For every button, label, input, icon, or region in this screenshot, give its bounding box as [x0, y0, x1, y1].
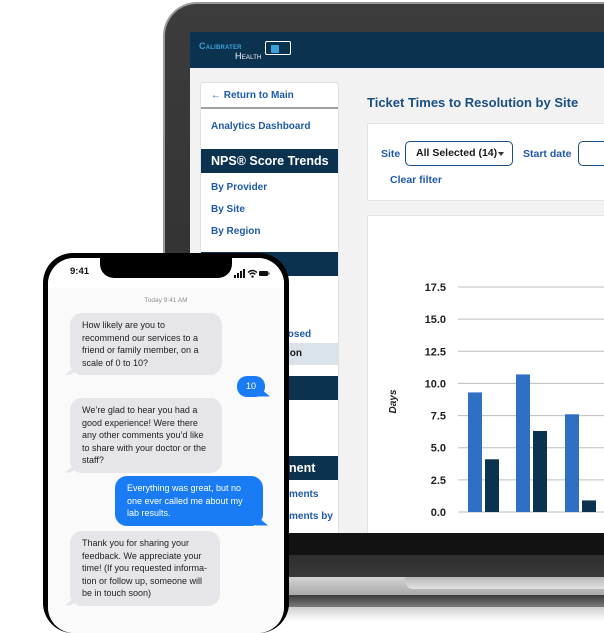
- site-select-value: All Selected (14): [416, 147, 498, 159]
- message-bubble-incoming: Thank you for sharing your feedback. We …: [70, 531, 220, 606]
- y-tick-label: 15.0: [425, 314, 446, 326]
- bar-light-2: [516, 374, 530, 512]
- status-icons: [234, 269, 270, 278]
- site-label: Site: [381, 148, 401, 160]
- chart-card: 0.0 2.5 5.0 7.5 10.0 12.5 15.0 17.5 Days: [367, 215, 604, 533]
- status-time: 9:41: [70, 266, 90, 277]
- y-tick-label: 17.5: [425, 282, 446, 294]
- bar-dark-3: [582, 500, 596, 512]
- message-bubble-outgoing: Everything was great, but no one ever ca…: [115, 476, 263, 526]
- site-select[interactable]: All Selected (14): [405, 141, 513, 166]
- page-title: Ticket Times to Resolution by Site: [367, 95, 579, 110]
- clear-filter-link[interactable]: Clear filter: [390, 174, 442, 186]
- sidebar-item-by-region[interactable]: By Region: [211, 226, 260, 237]
- message-thread[interactable]: Today 9:41 AM How likely are you to reco…: [48, 288, 284, 633]
- signal-icon: [234, 269, 245, 278]
- logo-line2: Health: [235, 51, 262, 61]
- start-date-label: Start date: [523, 148, 572, 160]
- y-axis-label: Days: [388, 389, 399, 413]
- message-bubble-incoming: We’re glad to hear you had a good experi…: [70, 398, 222, 473]
- y-tick-label: 2.5: [431, 475, 446, 487]
- caret-down-icon: [498, 152, 504, 156]
- y-tick-label: 12.5: [425, 346, 446, 358]
- wifi-icon: [247, 269, 258, 278]
- start-date-input[interactable]: [578, 141, 604, 166]
- sidebar-item-4a[interactable]: ments: [289, 489, 318, 500]
- sidebar-section-nps-score-trends: NPS® Score Trends: [201, 149, 338, 173]
- return-to-main-button[interactable]: ← Return to Main: [201, 83, 338, 109]
- sidebar-item-4b[interactable]: ments by: [289, 511, 333, 522]
- sidebar-item-by-site[interactable]: By Site: [211, 204, 245, 215]
- bar-chart: 0.0 2.5 5.0 7.5 10.0 12.5 15.0 17.5 Days: [388, 282, 604, 519]
- phone-frame: 9:41 Today 9:41 AM How likely are you to…: [43, 253, 289, 633]
- logo-line1: Calibrater: [199, 41, 242, 51]
- battery-icon: [259, 271, 270, 276]
- status-bar: 9:41: [48, 258, 284, 288]
- bar-light-1: [468, 392, 482, 512]
- sidebar-item-by-provider[interactable]: By Provider: [211, 182, 267, 193]
- message-bubble-outgoing: 10: [237, 376, 265, 397]
- bar-dark-1: [485, 459, 499, 512]
- filter-card: Site All Selected (14) Start date Clear …: [367, 123, 604, 201]
- y-tick-label: 7.5: [431, 411, 446, 423]
- calibrater-health-logo[interactable]: Calibrater Health: [199, 41, 291, 61]
- bar-light-3: [565, 414, 579, 512]
- phone-notch: [100, 258, 232, 278]
- chat-bubble-accent-icon: [271, 45, 279, 53]
- y-tick-label: 5.0: [431, 443, 446, 455]
- y-tick-label: 10.0: [425, 378, 446, 390]
- message-bubble-incoming: How likely are you to recommend our serv…: [70, 313, 222, 375]
- app-header: Calibrater Health: [190, 32, 604, 68]
- message-timestamp: Today 9:41 AM: [144, 297, 188, 304]
- sidebar-item-analytics-dashboard[interactable]: Analytics Dashboard: [211, 121, 310, 132]
- phone-screen: 9:41 Today 9:41 AM How likely are you to…: [48, 258, 284, 633]
- bar-dark-2: [533, 431, 547, 512]
- y-tick-label: 0.0: [431, 507, 446, 519]
- laptop-lip: [405, 577, 604, 589]
